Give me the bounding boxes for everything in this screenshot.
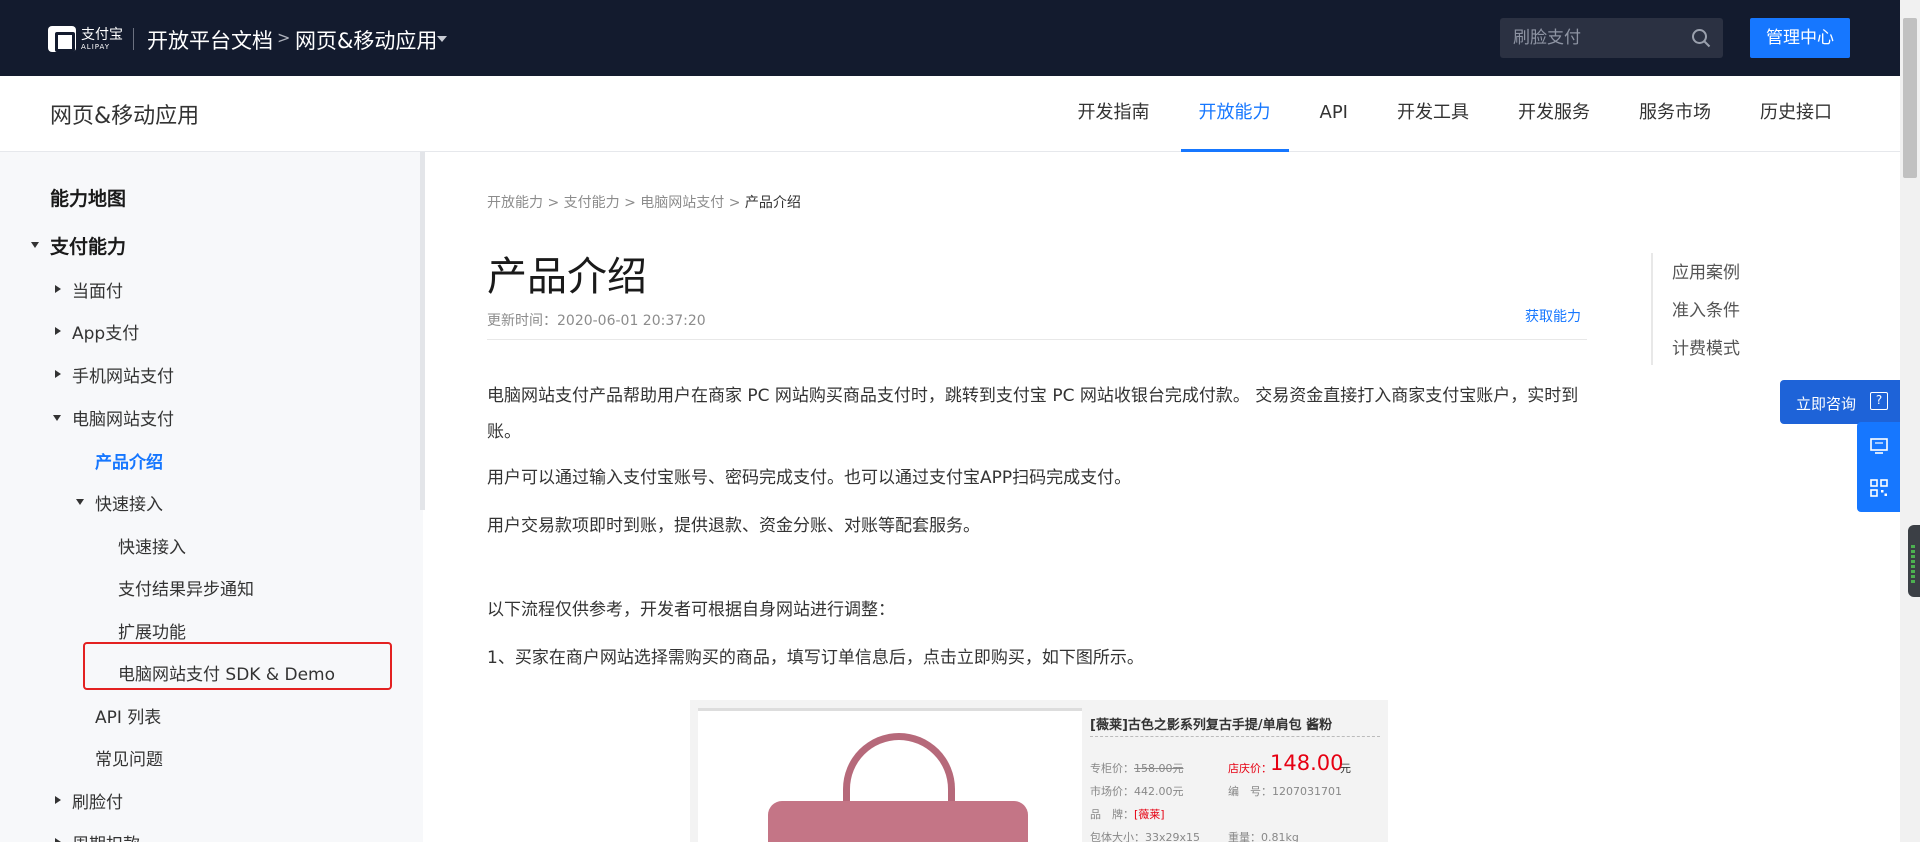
toc-item-requirements[interactable]: 准入条件 xyxy=(1672,296,1740,321)
signal-bars-icon xyxy=(1911,545,1915,585)
sidebar-item-async-notify[interactable]: 支付结果异步通知 xyxy=(118,575,254,600)
search-input[interactable] xyxy=(1513,18,1683,58)
sidebar-item-quick-start-sub[interactable]: 快速接入 xyxy=(118,533,186,558)
section-brand: 网页&移动应用 xyxy=(50,104,200,129)
sidebar-item-app-pay[interactable]: App支付 xyxy=(72,319,139,344)
breadcrumb-link[interactable]: 开放能力 xyxy=(487,195,543,211)
page-title: 产品介绍 xyxy=(487,254,647,300)
sidebar: 能力地图 支付能力 当面付 App支付 手机网站支付 电脑网站支付 产品介绍 快… xyxy=(0,152,423,842)
sidebar-item-quick-start[interactable]: 快速接入 xyxy=(95,490,163,515)
top-header: 支付宝 ALIPAY 开放平台文档 > 网页&移动应用 管理中心 xyxy=(0,0,1900,76)
flow-step-1: 1、买家在商户网站选择需购买的商品，填写订单信息后，点击立即购买，如下图所示。 xyxy=(487,648,1144,668)
store-price-label: 店庆价： xyxy=(1228,762,1272,775)
product-code: 编 号：1207031701 xyxy=(1228,785,1342,798)
product-price: 148.00 xyxy=(1270,751,1344,775)
highlight-annotation-box xyxy=(83,642,392,690)
search-box xyxy=(1500,18,1723,58)
monitor-icon[interactable] xyxy=(1869,436,1889,456)
platform-docs-link[interactable]: 开放平台文档 xyxy=(147,25,273,55)
section-switcher[interactable]: 网页&移动应用 xyxy=(295,25,437,55)
sidebar-item-payment-capability[interactable]: 支付能力 xyxy=(50,232,126,259)
floating-toolbar xyxy=(1857,422,1900,512)
bag-body xyxy=(768,801,1028,842)
sidebar-scrollbar[interactable] xyxy=(420,152,425,510)
product-page-screenshot: [薇莱]古色之影系列复古手提/单肩包 酱粉 专柜价：158.00元 店庆价： 1… xyxy=(690,700,1388,842)
tab-legacy-api[interactable]: 历史接口 xyxy=(1742,76,1850,152)
alipay-logo[interactable]: 支付宝 ALIPAY xyxy=(48,25,123,53)
sidebar-item-periodic-deduct[interactable]: 周期扣款 xyxy=(72,830,140,842)
breadcrumb-link[interactable]: 电脑网站支付 xyxy=(640,195,724,211)
product-image xyxy=(698,708,1082,842)
alipay-logo-icon xyxy=(48,26,76,52)
sidebar-item-mobile-web-pay[interactable]: 手机网站支付 xyxy=(72,362,174,387)
product-title: [薇莱]古色之影系列复古手提/单肩包 酱粉 xyxy=(1090,718,1333,733)
consult-now-button[interactable]: 立即咨询 ? xyxy=(1780,380,1900,424)
tab-open-capability[interactable]: 开放能力 xyxy=(1180,76,1289,152)
intro-paragraph: 用户可以通过输入支付宝账号、密码完成支付。也可以通过支付宝APP扫码完成支付。 xyxy=(487,468,1132,488)
management-center-button[interactable]: 管理中心 xyxy=(1750,18,1850,58)
caret-right-icon[interactable] xyxy=(55,838,61,842)
market-price: 市场价：442.00元 xyxy=(1090,785,1184,798)
caret-down-icon[interactable] xyxy=(76,499,84,505)
sidebar-item-pc-web-pay[interactable]: 电脑网站支付 xyxy=(72,405,174,430)
breadcrumb-arrow-icon: > xyxy=(277,28,291,47)
flow-intro: 以下流程仅供参考，开发者可根据自身网站进行调整： xyxy=(487,600,895,620)
toc-item-billing[interactable]: 计费模式 xyxy=(1672,334,1740,359)
caret-right-icon[interactable] xyxy=(55,370,61,378)
toc-rail xyxy=(1651,253,1653,365)
search-icon[interactable] xyxy=(1691,28,1711,48)
qrcode-icon[interactable] xyxy=(1869,478,1889,498)
sidebar-item-api-list[interactable]: API 列表 xyxy=(95,703,161,728)
caret-right-icon[interactable] xyxy=(55,327,61,335)
sidebar-item-face-to-face[interactable]: 当面付 xyxy=(72,277,123,302)
product-info: [薇莱]古色之影系列复古手提/单肩包 酱粉 专柜价：158.00元 店庆价： 1… xyxy=(1090,708,1380,842)
sidebar-item-face-pay[interactable]: 刷脸付 xyxy=(72,788,123,813)
intro-paragraph: 用户交易款项即时到账，提供退款、资金分账、对账等配套服务。 xyxy=(487,516,980,536)
tab-api[interactable]: API xyxy=(1302,76,1366,152)
logo-divider xyxy=(133,28,134,50)
sidebar-item-product-intro[interactable]: 产品介绍 xyxy=(95,448,163,473)
product-weight: 重量：0.81kg xyxy=(1228,831,1299,842)
tab-dev-services[interactable]: 开发服务 xyxy=(1500,76,1608,152)
breadcrumb-current: 产品介绍 xyxy=(744,195,801,211)
product-size: 包体大小：33x29x15 xyxy=(1090,831,1201,842)
original-price: 158.00元 xyxy=(1134,762,1184,775)
caret-right-icon[interactable] xyxy=(55,285,61,293)
help-icon: ? xyxy=(1870,392,1888,410)
product-brand: [薇莱] xyxy=(1134,808,1165,821)
chevron-down-icon[interactable] xyxy=(437,36,447,42)
page-scrollbar-thumb[interactable] xyxy=(1903,18,1917,178)
get-capability-link[interactable]: 获取能力 xyxy=(1525,306,1581,326)
section-navbar: 网页&移动应用 开发指南 开放能力 API 开发工具 开发服务 服务市场 历史接… xyxy=(0,76,1900,152)
sidebar-item-capability-map[interactable]: 能力地图 xyxy=(50,184,126,211)
caret-right-icon[interactable] xyxy=(55,796,61,804)
caret-down-icon[interactable] xyxy=(31,242,39,248)
sidebar-item-extensions[interactable]: 扩展功能 xyxy=(118,618,186,643)
logo-cn-text: 支付宝 xyxy=(81,26,123,43)
toc-item-cases[interactable]: 应用案例 xyxy=(1672,258,1740,283)
breadcrumb: 开放能力 > 支付能力 > 电脑网站支付 > 产品介绍 xyxy=(487,195,801,211)
tab-dev-tools[interactable]: 开发工具 xyxy=(1379,76,1487,152)
breadcrumb-link[interactable]: 支付能力 xyxy=(564,195,620,211)
updated-time: 更新时间：2020-06-01 20:37:20 xyxy=(487,313,706,329)
caret-down-icon[interactable] xyxy=(53,415,61,421)
tab-service-market[interactable]: 服务市场 xyxy=(1621,76,1729,152)
sidebar-item-faq[interactable]: 常见问题 xyxy=(95,745,163,770)
title-divider xyxy=(487,339,1587,340)
intro-paragraph: 电脑网站支付产品帮助用户在商家 PC 网站购买商品支付时，跳转到支付宝 PC 网… xyxy=(487,386,1579,442)
logo-en-text: ALIPAY xyxy=(81,42,111,51)
nav-tabs: 开发指南 开放能力 API 开发工具 开发服务 服务市场 历史接口 xyxy=(1047,76,1850,152)
tab-dev-guide[interactable]: 开发指南 xyxy=(1060,76,1168,152)
